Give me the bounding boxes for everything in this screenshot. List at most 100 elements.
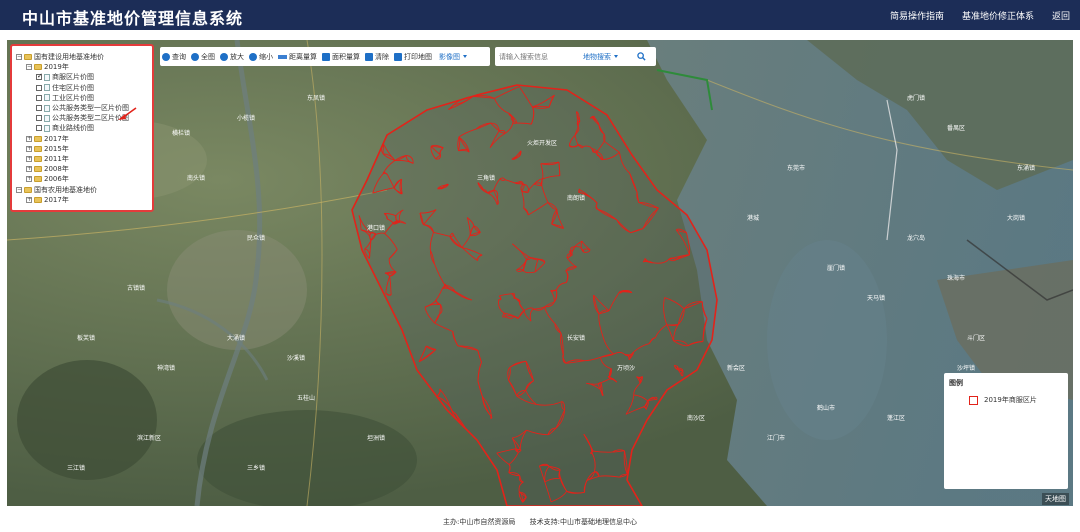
tree-year-label: 2006年 [44, 175, 69, 184]
expand-icon[interactable]: + [26, 135, 32, 142]
chevron-down-icon [463, 55, 467, 58]
tree-node-agri-2017[interactable]: + 2017年 [16, 195, 148, 205]
map-canvas[interactable]: 横栏镇小榄镇东凤镇南头镇黄圃镇民众镇港口镇火炬开发区三角镇南朗镇古镇镇神湾镇板芙… [7, 40, 1073, 506]
tool-zoom-in[interactable]: 放大 [220, 52, 244, 62]
map-place-label: 坦洲镇 [367, 434, 385, 442]
tree-node-agri-land[interactable]: − 国有农用地基准地价 [16, 184, 148, 194]
app-title: 中山市基准地价管理信息系统 [22, 9, 244, 28]
search-input[interactable] [495, 47, 581, 66]
top-nav: 简易操作指南 基准地价修正体系 返回 [890, 0, 1070, 30]
folder-icon [24, 54, 32, 61]
map-type-select[interactable]: 影像图 [439, 52, 467, 62]
layer-file-icon [44, 124, 50, 132]
layer-tree-panel: − 国有建设用地基准地价 − 2019年 商服区片价图住宅区片价图工业区片价图公… [10, 44, 154, 212]
map-place-label: 鹤山市 [817, 404, 835, 412]
map-place-label: 火炬开发区 [527, 139, 557, 147]
layer-checkbox[interactable] [36, 105, 42, 112]
map-place-label: 东莞市 [787, 164, 805, 172]
expand-icon[interactable]: + [26, 176, 32, 183]
folder-icon [34, 135, 42, 142]
tree-year-node[interactable]: +2006年 [16, 174, 148, 184]
app-header: 中山市基准地价管理信息系统 简易操作指南 基准地价修正体系 返回 [0, 0, 1080, 30]
tree-year-label: 2015年 [44, 144, 69, 153]
folder-icon [34, 166, 42, 173]
tree-layer-label: 住宅区片价图 [52, 83, 94, 92]
map-legend: 图例 2019年商服区片 [944, 373, 1068, 489]
tree-year-node[interactable]: +2011年 [16, 154, 148, 164]
tree-year-label: 2008年 [44, 165, 69, 174]
map-place-label: 民众镇 [247, 234, 265, 242]
info-icon [162, 52, 170, 61]
tool-print[interactable]: 打印地图 [394, 52, 432, 62]
expand-icon[interactable]: + [26, 155, 32, 162]
map-place-label: 东凤镇 [307, 94, 325, 102]
footer-support: 技术支持:中山市基础地理信息中心 [529, 518, 637, 526]
expand-icon[interactable]: + [26, 166, 32, 173]
map-place-label: 蓬江区 [887, 414, 905, 422]
map-place-label: 滨江新区 [137, 434, 161, 442]
layer-checkbox[interactable] [36, 94, 42, 101]
expand-icon[interactable]: + [26, 196, 32, 203]
tool-clear[interactable]: 清除 [365, 52, 389, 62]
tree-layer-label: 工业区片价图 [52, 93, 94, 102]
map-place-label: 板芙镇 [77, 334, 95, 342]
map-place-label: 小榄镇 [237, 114, 255, 122]
search-button[interactable] [632, 49, 650, 64]
tool-measure-area[interactable]: 面积量算 [322, 52, 360, 62]
layer-checkbox[interactable] [36, 72, 43, 81]
layer-file-icon [44, 114, 50, 122]
tree-year-label: 2017年 [44, 134, 69, 143]
tree-year-node[interactable]: +2015年 [16, 144, 148, 154]
legend-item-label: 2019年商服区片 [984, 396, 1037, 404]
map-place-label: 江门市 [767, 434, 785, 442]
layer-checkbox[interactable] [36, 125, 42, 132]
map-toolbar: 查询 全图 放大 缩小 距离量算 面积量算 清除 打印地图 影像图 [160, 47, 490, 66]
map-place-label: 崖门镇 [827, 264, 845, 272]
map-place-label: 番禺区 [947, 125, 965, 132]
tree-layer-item[interactable]: 商业路线价图 [16, 123, 148, 133]
tool-query[interactable]: 查询 [162, 52, 186, 62]
search-type-select[interactable]: 地物搜索 [581, 52, 626, 62]
map-place-label: 港口镇 [367, 224, 385, 232]
satellite-imagery: 横栏镇小榄镇东凤镇南头镇黄圃镇民众镇港口镇火炬开发区三角镇南朗镇古镇镇神湾镇板芙… [7, 40, 1073, 506]
tree-layer-item[interactable]: 住宅区片价图 [16, 83, 148, 93]
tree-year-node[interactable]: +2017年 [16, 134, 148, 144]
map-place-label: 东涌镇 [1017, 164, 1035, 172]
tool-zoom-out[interactable]: 缩小 [249, 52, 273, 62]
map-place-label: 南朗镇 [567, 194, 585, 202]
expand-icon[interactable]: + [26, 145, 32, 152]
nav-back[interactable]: 返回 [1052, 9, 1070, 22]
map-place-label: 沙溪镇 [287, 354, 305, 362]
folder-icon [24, 186, 32, 193]
search-bar: 地物搜索 [495, 47, 656, 66]
layer-checkbox[interactable] [36, 84, 42, 91]
tree-layer-item[interactable]: 商服区片价图 [16, 72, 148, 82]
map-place-label: 三江镇 [67, 464, 85, 472]
tool-full-extent[interactable]: 全图 [191, 52, 215, 62]
layer-file-icon [44, 104, 50, 112]
red-pointer-arrow-icon [118, 107, 137, 120]
legend-title: 图例 [949, 379, 963, 387]
collapse-icon[interactable]: − [16, 54, 22, 61]
nav-correction-system[interactable]: 基准地价修正体系 [962, 9, 1034, 22]
map-watermark: 天地图 [1042, 493, 1069, 505]
tree-layer-item[interactable]: 工业区片价图 [16, 93, 148, 103]
legend-item: 2019年商服区片 [969, 395, 1037, 405]
tree-layer-label: 商业路线价图 [52, 124, 94, 133]
area-icon [322, 52, 330, 61]
map-place-label: 龙穴岛 [907, 234, 925, 242]
folder-icon [34, 155, 42, 162]
map-place-label: 长安镇 [567, 334, 585, 342]
collapse-icon[interactable]: − [26, 64, 32, 71]
collapse-icon[interactable]: − [16, 186, 22, 193]
nav-quick-guide[interactable]: 简易操作指南 [890, 9, 944, 22]
tree-year-node[interactable]: +2008年 [16, 164, 148, 174]
tool-measure-distance[interactable]: 距离量算 [278, 52, 317, 62]
layer-checkbox[interactable] [36, 115, 42, 122]
map-place-label: 天马镇 [867, 294, 885, 302]
zoom-in-icon [220, 52, 228, 61]
tree-node-2019[interactable]: − 2019年 [16, 62, 148, 72]
map-place-label: 港城 [747, 214, 759, 222]
trash-icon [365, 52, 373, 61]
tree-node-construction-land[interactable]: − 国有建设用地基准地价 [16, 52, 148, 62]
